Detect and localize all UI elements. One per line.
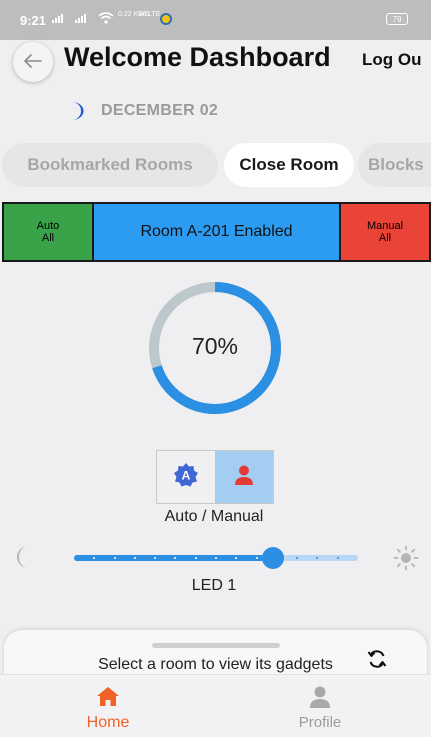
auto-all-label: Auto All: [37, 220, 60, 244]
page-title: Welcome Dashboard: [64, 42, 331, 72]
notification-app-icon: [160, 13, 172, 25]
arrow-left-icon: [23, 51, 42, 74]
nav-profile-label: Profile: [298, 714, 342, 731]
room-tabs: Bookmarked Rooms Close Room Blocks: [0, 143, 431, 187]
moon-icon: [68, 101, 84, 121]
battery-icon: 79: [386, 13, 408, 25]
refresh-icon[interactable]: [366, 648, 388, 670]
manual-all-line2: All: [378, 232, 392, 244]
date-label: DECEMBER 02: [101, 102, 219, 119]
back-button[interactable]: [13, 42, 53, 82]
manual-all-label: Manual All: [367, 220, 403, 244]
app-screen: 9:21 0.22 KB/S Vo LTE 79 Welcome Dashboa…: [0, 0, 431, 737]
person-icon: [307, 684, 333, 710]
person-icon: [233, 464, 255, 491]
auto-all-button[interactable]: Auto All: [4, 204, 94, 260]
signal-icon-2: [75, 14, 86, 23]
logout-button[interactable]: Log Ou: [362, 50, 421, 70]
gauge-value: 70%: [191, 333, 239, 359]
sheet-drag-handle[interactable]: [152, 643, 280, 648]
manual-all-line1: Manual: [366, 220, 404, 232]
tab-close-room[interactable]: Close Room: [224, 143, 354, 187]
status-time: 9:21: [20, 13, 47, 28]
slider-thumb[interactable]: [261, 547, 284, 569]
slider-tick: [215, 557, 217, 559]
manual-mode-option[interactable]: [215, 451, 273, 503]
tab-blocks[interactable]: Blocks: [358, 143, 431, 187]
auto-all-line2: All: [41, 232, 55, 244]
wifi-icon: [98, 12, 114, 27]
moon-icon: [14, 544, 34, 570]
slider-tick: [194, 557, 197, 559]
signal-icon: [52, 14, 63, 23]
tab-bookmarked-rooms[interactable]: Bookmarked Rooms: [2, 143, 218, 187]
nav-home[interactable]: Home: [48, 675, 168, 737]
slider-tick: [113, 557, 116, 559]
manual-all-button[interactable]: Manual All: [339, 204, 429, 260]
auto-all-line1: Auto: [36, 220, 60, 232]
sun-icon: [392, 545, 420, 571]
bottom-navigation: Home Profile: [0, 674, 431, 737]
nav-profile[interactable]: Profile: [260, 675, 380, 737]
slider-tick: [133, 557, 136, 559]
led-slider[interactable]: [74, 546, 358, 570]
date-row: DECEMBER 02: [68, 101, 218, 121]
gadgets-hint: Select a room to view its gadgets: [98, 656, 333, 673]
home-icon: [95, 684, 121, 710]
nav-home-label: Home: [86, 714, 130, 731]
room-status: Room A-201 Enabled: [94, 204, 339, 260]
status-bar: 9:21 0.22 KB/S Vo LTE 79: [0, 0, 431, 40]
auto-a-badge-icon: A: [173, 462, 199, 493]
mode-bar: Auto All Room A-201 Enabled Manual All: [2, 202, 431, 262]
volte-indicator: Vo LTE: [138, 11, 161, 18]
battery-level: 79: [392, 15, 402, 24]
auto-manual-label: Auto / Manual: [164, 508, 264, 525]
auto-mode-option[interactable]: A: [157, 451, 215, 503]
slider-tick: [255, 557, 258, 559]
slider-tick: [336, 557, 339, 559]
led-label: LED 1: [191, 577, 237, 594]
svg-text:A: A: [182, 468, 191, 482]
auto-manual-toggle: A: [156, 450, 274, 504]
slider-fill: [74, 555, 273, 561]
